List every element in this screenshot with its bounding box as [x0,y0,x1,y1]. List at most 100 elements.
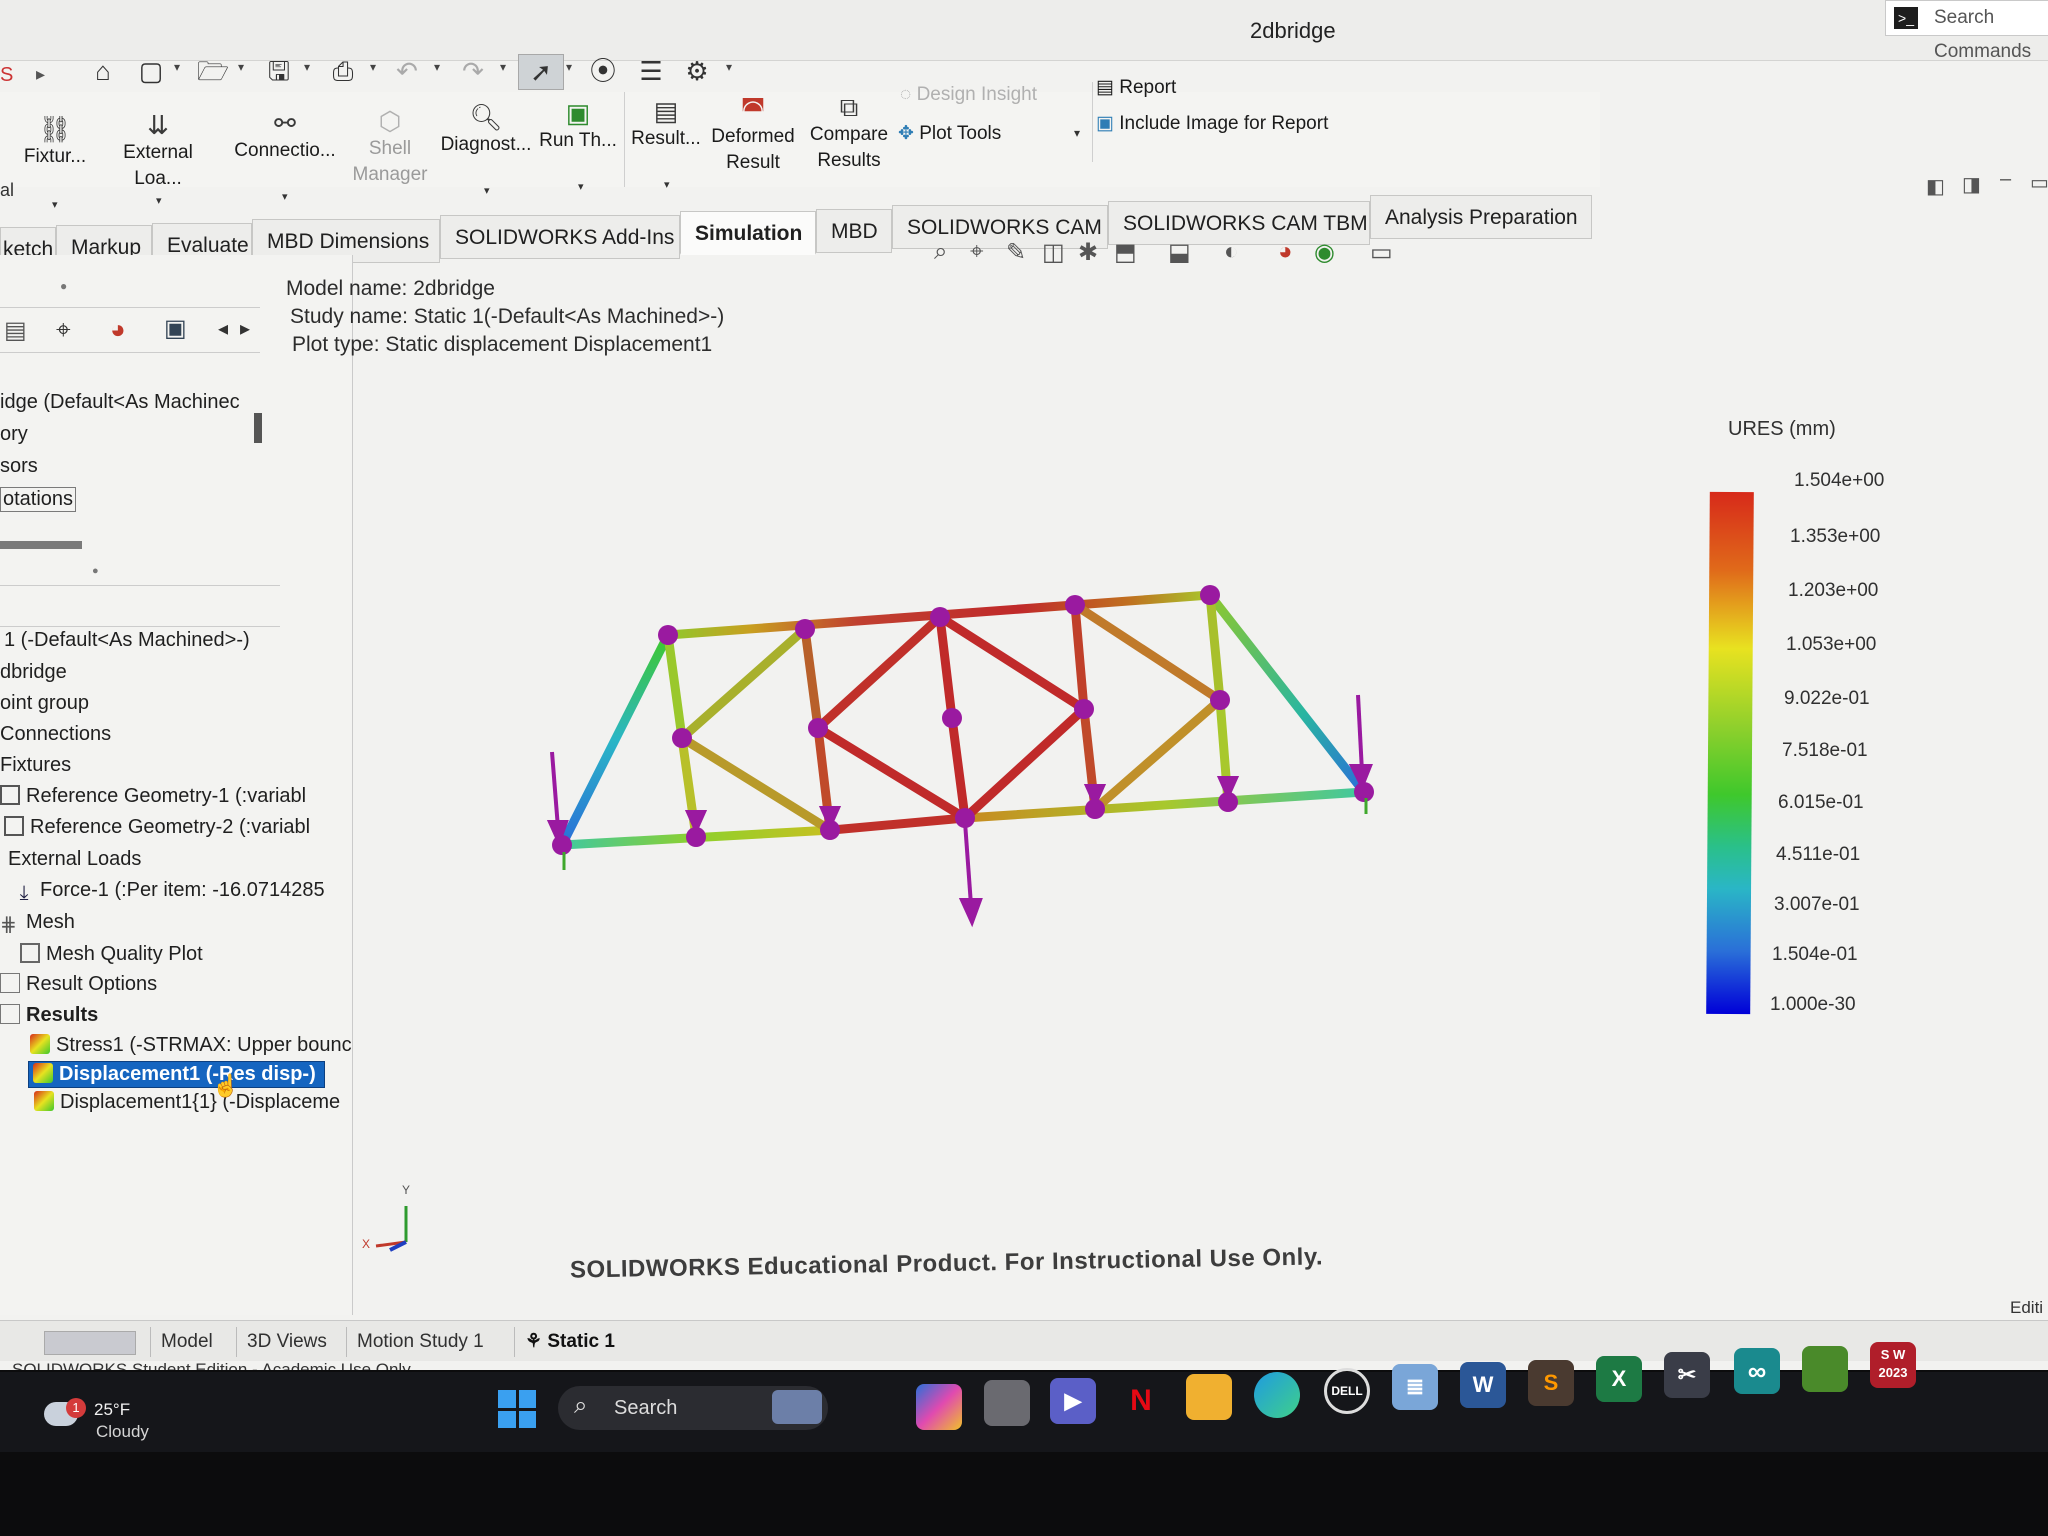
tab-static-1[interactable]: ⚘ Static 1 [514,1327,625,1357]
edge-icon[interactable] [1254,1372,1300,1418]
save-icon[interactable]: 🖫 [262,54,296,88]
shell-manager-button[interactable]: ⬡ Shell Manager [340,106,440,188]
connections-dropdown-icon[interactable]: ▾ [282,190,288,203]
tab-mbd[interactable]: MBD [816,209,892,253]
expand-arrow-icon[interactable]: ▸ [36,64,45,85]
diagnostics-button[interactable]: 🔍︎ Diagnost... [438,102,534,158]
split-pane-icon[interactable]: ◨ [1962,172,1981,197]
solidworks-icon[interactable]: S W 2023 [1870,1342,1916,1388]
panel-next-icon[interactable]: ▸ [240,316,250,341]
tab-simulation[interactable]: Simulation [680,211,816,255]
part-node[interactable]: dbridge [0,661,67,684]
restore-pane-icon[interactable]: ◧ [1926,174,1945,199]
plot-tools-button[interactable]: ✥ Plot Tools [898,122,1001,145]
tab-3d-views[interactable]: 3D Views [236,1327,337,1357]
netflix-icon[interactable]: N [1118,1378,1164,1424]
splitter-grip-icon[interactable]: ● [92,565,99,577]
plot-tools-dropdown-icon[interactable]: ▾ [1074,126,1080,140]
results-node[interactable]: Results [0,1004,98,1027]
game-icon[interactable] [1802,1346,1848,1392]
fixtures-button[interactable]: ⛓ Fixtur... [20,114,90,170]
tab-analysis-preparation[interactable]: Analysis Preparation [1370,195,1592,239]
panel-grip-icon[interactable]: ● [60,279,67,293]
tab-solidworks-add-ins[interactable]: SOLIDWORKS Add-Ins [440,215,680,259]
traffic-light-icon[interactable]: ⦿ [586,54,620,88]
options-gear-icon[interactable]: ⚙ [680,54,714,88]
start-icon[interactable] [498,1390,536,1428]
tree-scrollbar[interactable] [254,413,262,443]
compare-results-button[interactable]: ⧉ Compare Results [806,92,892,174]
property-manager-icon[interactable]: ⌖ [56,314,71,346]
part-name[interactable]: idge (Default<As Machinec [0,391,240,414]
fixtures-node[interactable]: Fixtures [0,754,71,777]
dell-icon[interactable]: DELL [1324,1368,1370,1414]
undo-dropdown-icon[interactable]: ▾ [434,60,440,74]
select-pointer-icon[interactable]: ➚ [518,54,564,90]
undo-icon[interactable]: ↶ [390,54,424,88]
include-image-button[interactable]: ▣ Include Image for Report [1096,112,1328,135]
study-node[interactable]: 1 (-Default<As Machined>-) [4,629,250,652]
redo-icon[interactable]: ↷ [456,54,490,88]
results-dropdown-icon[interactable]: ▾ [664,178,670,191]
tab-scroll-arrows[interactable] [44,1331,136,1355]
result-options-node[interactable]: Result Options [0,973,157,996]
run-dropdown-icon[interactable]: ▾ [578,180,584,193]
display-manager-icon[interactable]: ◕ [110,314,126,345]
excel-icon[interactable]: X [1596,1356,1642,1402]
file-explorer-icon[interactable] [1186,1374,1232,1420]
horizontal-scrollbar[interactable] [0,541,82,549]
panel-prev-icon[interactable]: ◂ [218,316,228,341]
design-insight-button[interactable]: ◌ Design Insight [900,84,1037,106]
joint-group-node[interactable]: oint group [0,692,89,715]
connections-node[interactable]: Connections [0,723,111,746]
copilot-icon[interactable] [916,1384,962,1430]
file-properties-icon[interactable]: ☰ [634,54,668,88]
sublime-icon[interactable]: S [1528,1360,1574,1406]
connections-button[interactable]: ⚯ Connectio... [230,108,340,164]
mesh-quality-plot-item[interactable]: Mesh Quality Plot [20,943,203,966]
tab-solidworks-cam[interactable]: SOLIDWORKS CAM [892,205,1108,249]
notepad-icon[interactable]: ≣ [1392,1364,1438,1410]
open-dropdown-icon[interactable]: ▾ [238,60,244,74]
home-icon[interactable]: ⌂ [86,54,120,88]
save-dropdown-icon[interactable]: ▾ [304,60,310,74]
task-view-icon[interactable] [984,1380,1030,1426]
redo-dropdown-icon[interactable]: ▾ [500,60,506,74]
truss-displacement-plot[interactable] [500,560,1420,940]
select-dropdown-icon[interactable]: ▾ [566,60,572,74]
minimize-icon[interactable]: – [2000,168,2011,191]
teams-icon[interactable]: ▶ [1050,1378,1096,1424]
weather-temperature[interactable]: 25°F [94,1400,130,1420]
deformed-result-button[interactable]: ◚ Deformed Result [706,94,800,176]
new-dropdown-icon[interactable]: ▾ [174,60,180,74]
run-this-study-button[interactable]: ▣ Run Th... [538,98,618,154]
tab-model[interactable]: Model [150,1327,223,1357]
configuration-manager-icon[interactable]: ▣ [164,314,187,343]
external-loads-node[interactable]: External Loads [8,848,141,871]
report-button[interactable]: ▤ Report [1096,76,1176,99]
print-icon[interactable]: ⎙ [326,54,360,88]
annotations-item[interactable]: otations [0,487,77,512]
fixture-cube-icon [4,816,24,836]
taskbar-search-box[interactable]: ⌕ Search [558,1386,828,1430]
options-dropdown-icon[interactable]: ▾ [726,60,732,74]
history-item[interactable]: ory [0,423,28,446]
mesh-node[interactable]: ⋕ Mesh [0,911,75,936]
legend-color-bar[interactable] [1706,491,1754,1015]
new-document-icon[interactable]: ▢ [134,54,168,88]
maximize-icon[interactable]: ▭ [2030,170,2048,195]
reference-geometry-2[interactable]: Reference Geometry-2 (:variabl [4,816,310,839]
print-dropdown-icon[interactable]: ▾ [370,60,376,74]
reference-geometry-1[interactable]: Reference Geometry-1 (:variabl [0,785,306,808]
arduino-icon[interactable]: ∞ [1734,1348,1780,1394]
search-commands-box[interactable]: >_ Search Commands [1885,0,2048,62]
open-folder-icon[interactable]: 🗁 [196,54,230,88]
snipping-icon[interactable]: ✂ [1664,1352,1710,1398]
diagnostics-dropdown-icon[interactable]: ▾ [484,184,490,197]
word-icon[interactable]: W [1460,1362,1506,1408]
tab-motion-study-1[interactable]: Motion Study 1 [346,1327,494,1357]
sensors-item[interactable]: sors [0,455,38,478]
results-advisor-button[interactable]: ▤ Result... [628,96,704,152]
feature-tree-icon[interactable]: ▤ [4,316,27,345]
external-loads-button[interactable]: ⇊ External Loa... [98,110,218,192]
